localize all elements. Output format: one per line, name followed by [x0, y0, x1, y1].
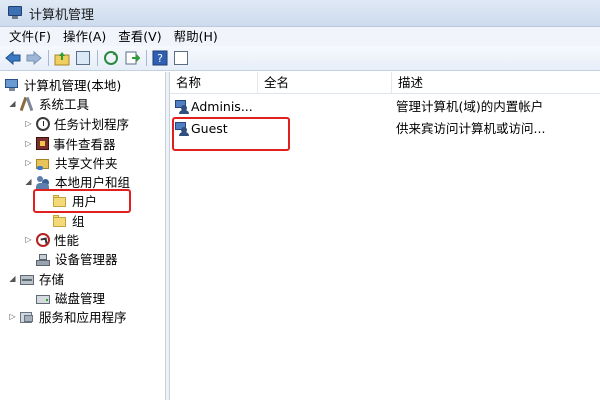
clock-icon	[36, 116, 50, 131]
forward-arrow-icon[interactable]	[25, 49, 43, 67]
users-list: 名称 全名 描述 Adminis... 管理计算机(域)的内置帐户 Guest …	[170, 72, 600, 400]
collapse-arrow-icon[interactable]: ◢	[24, 177, 33, 186]
tree-item-event-viewer[interactable]: ▷ 事件查看器	[24, 134, 116, 153]
computer-icon	[4, 77, 20, 93]
column-header-fullname[interactable]: 全名	[258, 72, 392, 94]
export-list-icon[interactable]	[123, 49, 141, 67]
shared-folder-icon	[35, 155, 51, 171]
tree-item-storage[interactable]: ◢ 存储	[8, 269, 64, 288]
event-viewer-icon	[36, 137, 49, 150]
tree-item-task-scheduler[interactable]: ▷ 任务计划程序	[24, 114, 129, 133]
tree-label: 事件查看器	[53, 137, 116, 152]
tree-label: 共享文件夹	[55, 156, 118, 171]
show-hide-tree-icon[interactable]	[74, 49, 92, 67]
services-icon	[19, 309, 35, 325]
disk-icon	[35, 290, 51, 306]
user-name: Adminis...	[191, 99, 253, 114]
user-fullname	[264, 96, 384, 118]
expand-arrow-icon[interactable]: ▷	[24, 235, 33, 244]
computer-management-icon	[7, 6, 23, 20]
back-arrow-icon[interactable]	[4, 49, 22, 67]
folder-icon	[52, 213, 68, 229]
list-row-administrator[interactable]: Adminis... 管理计算机(域)的内置帐户	[170, 96, 600, 118]
tree-label: 服务和应用程序	[39, 310, 127, 325]
toolbar-separator	[146, 50, 147, 66]
tree-label: 性能	[54, 233, 80, 248]
tree-item-services-apps[interactable]: ▷ 服务和应用程序	[8, 307, 127, 326]
menu-file[interactable]: 文件(F)	[3, 27, 57, 46]
refresh-icon[interactable]	[102, 49, 120, 67]
column-header-description[interactable]: 描述	[392, 72, 600, 94]
window-title: 计算机管理	[29, 7, 95, 23]
list-header: 名称 全名 描述	[170, 72, 600, 94]
users-icon	[35, 174, 51, 190]
storage-icon	[19, 271, 35, 287]
user-account-icon	[174, 99, 190, 115]
expand-arrow-icon[interactable]: ▷	[8, 312, 17, 321]
menu-help[interactable]: 帮助(H)	[168, 27, 224, 46]
toolbar-separator	[48, 50, 49, 66]
title-bar: 计算机管理	[0, 0, 600, 27]
highlight-users-box	[33, 189, 131, 213]
menu-view[interactable]: 查看(V)	[112, 27, 167, 46]
toolbar-separator	[97, 50, 98, 66]
tree-item-computer-management[interactable]: 计算机管理(本地)	[4, 75, 121, 94]
performance-icon	[36, 232, 50, 247]
tree-label: 任务计划程序	[54, 117, 130, 132]
tree-item-performance[interactable]: ▷ 性能	[24, 230, 79, 249]
expand-arrow-icon[interactable]: ▷	[24, 119, 33, 128]
tree-label: 磁盘管理	[55, 291, 106, 306]
expand-arrow-icon[interactable]: ▷	[24, 139, 33, 148]
navigation-tree: 计算机管理(本地) ◢ 系统工具 ▷ 任务计划程序 ▷ 事件查看器 ▷ 共享文件…	[0, 72, 166, 400]
svg-text:?: ?	[157, 52, 163, 65]
tools-icon	[19, 96, 35, 112]
tree-label: 存储	[39, 272, 65, 287]
user-description: 管理计算机(域)的内置帐户	[396, 99, 544, 114]
device-manager-icon	[35, 251, 51, 267]
tree-item-groups[interactable]: 组	[52, 211, 85, 230]
properties-pane-icon[interactable]	[172, 49, 190, 67]
tree-item-disk-management[interactable]: 磁盘管理	[35, 288, 105, 307]
toolbar: ?	[0, 46, 600, 71]
tree-label: 组	[72, 214, 85, 229]
collapse-arrow-icon[interactable]: ◢	[8, 99, 17, 108]
help-icon[interactable]: ?	[151, 49, 169, 67]
up-folder-icon[interactable]	[53, 49, 71, 67]
highlight-guest-box	[172, 117, 290, 151]
tree-item-system-tools[interactable]: ◢ 系统工具	[8, 94, 89, 113]
tree-item-device-manager[interactable]: 设备管理器	[35, 249, 118, 268]
menu-action[interactable]: 操作(A)	[57, 27, 112, 46]
tree-label: 系统工具	[39, 97, 90, 112]
collapse-arrow-icon[interactable]: ◢	[8, 274, 17, 283]
tree-label: 设备管理器	[55, 252, 118, 267]
column-header-name[interactable]: 名称	[170, 72, 258, 94]
user-description: 供来宾访问计算机或访问...	[396, 121, 546, 136]
expand-arrow-icon[interactable]: ▷	[24, 158, 33, 167]
tree-label: 计算机管理(本地)	[24, 78, 122, 93]
menu-bar: 文件(F) 操作(A) 查看(V) 帮助(H)	[0, 27, 600, 46]
tree-item-shared-folders[interactable]: ▷ 共享文件夹	[24, 153, 118, 172]
